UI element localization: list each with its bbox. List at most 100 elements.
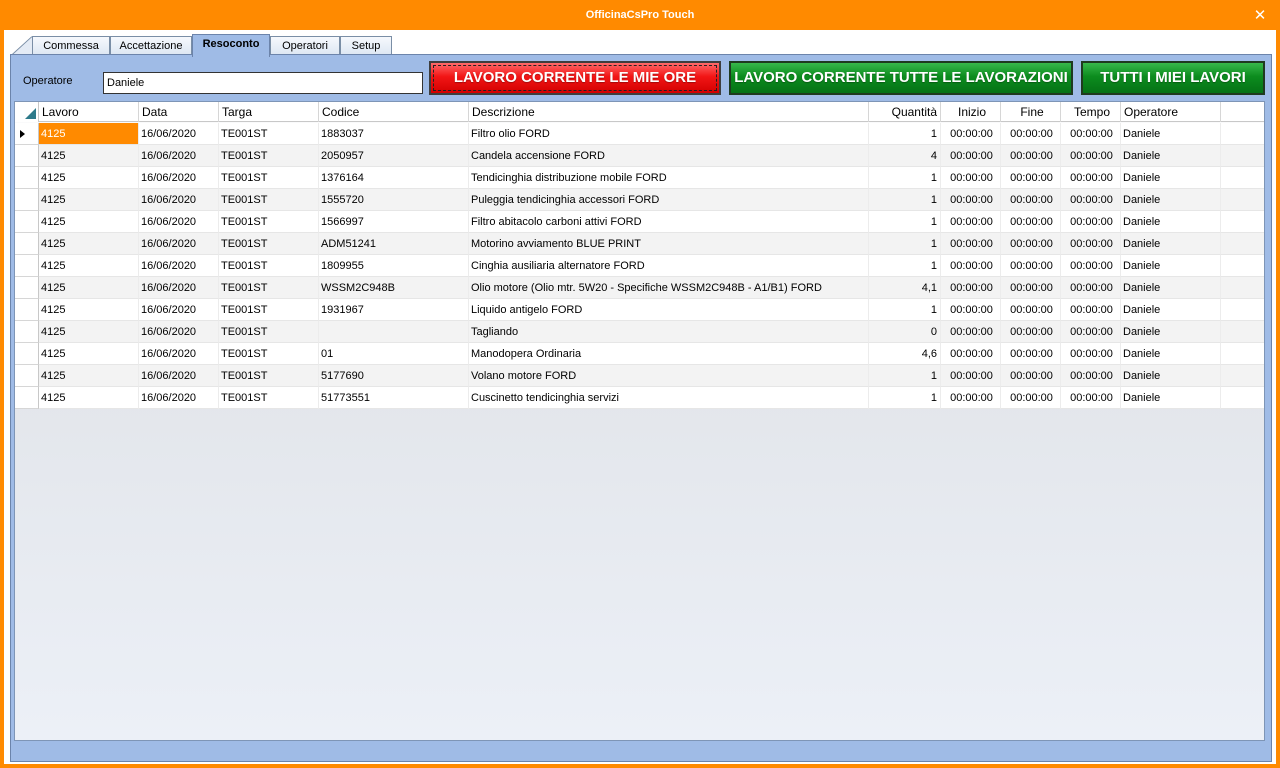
table-row[interactable]: 4125 16/06/2020 TE001ST Tagliando 0 00:00:00 0… (15, 321, 1264, 343)
cell-tempo[interactable]: 00:00:00 (1061, 123, 1121, 145)
cell-operatore[interactable]: Daniele (1121, 233, 1221, 255)
col-header-lavoro[interactable]: Lavoro (39, 102, 139, 122)
cell-fine[interactable]: 00:00:00 (1001, 299, 1061, 321)
tab-setup[interactable]: Setup (340, 36, 392, 56)
cell-lavoro[interactable]: 4125 (39, 211, 139, 233)
col-header-fine[interactable]: Fine (1001, 102, 1061, 122)
cell-operatore[interactable]: Daniele (1121, 343, 1221, 365)
operator-input[interactable] (103, 72, 423, 94)
col-header-quantita[interactable]: Quantità (869, 102, 941, 122)
cell-filler[interactable] (1221, 299, 1264, 321)
col-header-codice[interactable]: Codice (319, 102, 469, 122)
table-row[interactable]: 4125 16/06/2020 TE001ST 1809955 Cinghia ausi… (15, 255, 1264, 277)
cell-descrizione[interactable]: Filtro olio FORD (469, 123, 869, 145)
table-row[interactable]: 4125 16/06/2020 TE001ST 1555720 Puleggia ten… (15, 189, 1264, 211)
cell-filler[interactable] (1221, 365, 1264, 387)
cell-fine[interactable]: 00:00:00 (1001, 145, 1061, 167)
tab-accettazione[interactable]: Accettazione (110, 36, 192, 56)
cell-filler[interactable] (1221, 233, 1264, 255)
cell-quantita[interactable]: 1 (869, 387, 941, 409)
cell-fine[interactable]: 00:00:00 (1001, 233, 1061, 255)
cell-descrizione[interactable]: Olio motore (Olio mtr. 5W20 - Specifiche… (469, 277, 869, 299)
cell-tempo[interactable]: 00:00:00 (1061, 365, 1121, 387)
cell-operatore[interactable]: Daniele (1121, 387, 1221, 409)
row-selector[interactable] (15, 343, 39, 365)
cell-filler[interactable] (1221, 123, 1264, 145)
cell-targa[interactable]: TE001ST (219, 255, 319, 277)
cell-filler[interactable] (1221, 277, 1264, 299)
cell-data[interactable]: 16/06/2020 (139, 255, 219, 277)
table-row[interactable]: 4125 16/06/2020 TE001ST 51773551 Cuscinetto … (15, 387, 1264, 409)
cell-codice[interactable]: 1376164 (319, 167, 469, 189)
cell-fine[interactable]: 00:00:00 (1001, 167, 1061, 189)
cell-data[interactable]: 16/06/2020 (139, 123, 219, 145)
current-all-jobs-button[interactable]: LAVORO CORRENTE TUTTE LE LAVORAZIONI (729, 61, 1073, 95)
cell-targa[interactable]: TE001ST (219, 387, 319, 409)
cell-tempo[interactable]: 00:00:00 (1061, 343, 1121, 365)
cell-fine[interactable]: 00:00:00 (1001, 189, 1061, 211)
row-selector[interactable] (15, 167, 39, 189)
cell-data[interactable]: 16/06/2020 (139, 343, 219, 365)
cell-quantita[interactable]: 1 (869, 299, 941, 321)
row-selector[interactable] (15, 145, 39, 167)
cell-inizio[interactable]: 00:00:00 (941, 167, 1001, 189)
cell-codice[interactable]: 51773551 (319, 387, 469, 409)
cell-lavoro[interactable]: 4125 (39, 387, 139, 409)
cell-fine[interactable]: 00:00:00 (1001, 211, 1061, 233)
cell-tempo[interactable]: 00:00:00 (1061, 321, 1121, 343)
cell-descrizione[interactable]: Filtro abitacolo carboni attivi FORD (469, 211, 869, 233)
cell-data[interactable]: 16/06/2020 (139, 321, 219, 343)
cell-targa[interactable]: TE001ST (219, 343, 319, 365)
cell-lavoro[interactable]: 4125 (39, 167, 139, 189)
cell-targa[interactable]: TE001ST (219, 167, 319, 189)
cell-targa[interactable]: TE001ST (219, 189, 319, 211)
cell-inizio[interactable]: 00:00:00 (941, 123, 1001, 145)
cell-codice[interactable]: 1883037 (319, 123, 469, 145)
cell-filler[interactable] (1221, 211, 1264, 233)
cell-codice[interactable]: 1566997 (319, 211, 469, 233)
cell-quantita[interactable]: 1 (869, 123, 941, 145)
cell-quantita[interactable]: 1 (869, 255, 941, 277)
resoconto-grid[interactable]: Lavoro Data Targa Codice Descrizione Qua… (14, 101, 1265, 741)
row-selector[interactable] (15, 211, 39, 233)
cell-tempo[interactable]: 00:00:00 (1061, 233, 1121, 255)
cell-data[interactable]: 16/06/2020 (139, 211, 219, 233)
row-selector[interactable] (15, 277, 39, 299)
cell-lavoro[interactable]: 4125 (39, 321, 139, 343)
cell-operatore[interactable]: Daniele (1121, 167, 1221, 189)
cell-operatore[interactable]: Daniele (1121, 123, 1221, 145)
cell-lavoro[interactable]: 4125 (39, 343, 139, 365)
cell-inizio[interactable]: 00:00:00 (941, 365, 1001, 387)
cell-data[interactable]: 16/06/2020 (139, 365, 219, 387)
cell-filler[interactable] (1221, 387, 1264, 409)
cell-filler[interactable] (1221, 167, 1264, 189)
col-header-descrizione[interactable]: Descrizione (469, 102, 869, 122)
cell-tempo[interactable]: 00:00:00 (1061, 387, 1121, 409)
cell-tempo[interactable]: 00:00:00 (1061, 167, 1121, 189)
cell-targa[interactable]: TE001ST (219, 299, 319, 321)
cell-operatore[interactable]: Daniele (1121, 211, 1221, 233)
col-header-data[interactable]: Data (139, 102, 219, 122)
cell-descrizione[interactable]: Volano motore FORD (469, 365, 869, 387)
cell-descrizione[interactable]: Motorino avviamento BLUE PRINT (469, 233, 869, 255)
cell-targa[interactable]: TE001ST (219, 321, 319, 343)
cell-filler[interactable] (1221, 189, 1264, 211)
cell-tempo[interactable]: 00:00:00 (1061, 211, 1121, 233)
cell-quantita[interactable]: 0 (869, 321, 941, 343)
cell-filler[interactable] (1221, 255, 1264, 277)
cell-fine[interactable]: 00:00:00 (1001, 321, 1061, 343)
cell-codice[interactable]: 01 (319, 343, 469, 365)
cell-inizio[interactable]: 00:00:00 (941, 145, 1001, 167)
cell-tempo[interactable]: 00:00:00 (1061, 277, 1121, 299)
table-row[interactable]: 4125 16/06/2020 TE001ST 1931967 Liquido anti… (15, 299, 1264, 321)
cell-fine[interactable]: 00:00:00 (1001, 387, 1061, 409)
cell-codice[interactable] (319, 321, 469, 343)
cell-data[interactable]: 16/06/2020 (139, 233, 219, 255)
cell-quantita[interactable]: 1 (869, 211, 941, 233)
cell-lavoro[interactable]: 4125 (39, 189, 139, 211)
cell-lavoro[interactable]: 4125 (39, 145, 139, 167)
cell-filler[interactable] (1221, 321, 1264, 343)
cell-tempo[interactable]: 00:00:00 (1061, 189, 1121, 211)
cell-fine[interactable]: 00:00:00 (1001, 277, 1061, 299)
cell-fine[interactable]: 00:00:00 (1001, 343, 1061, 365)
